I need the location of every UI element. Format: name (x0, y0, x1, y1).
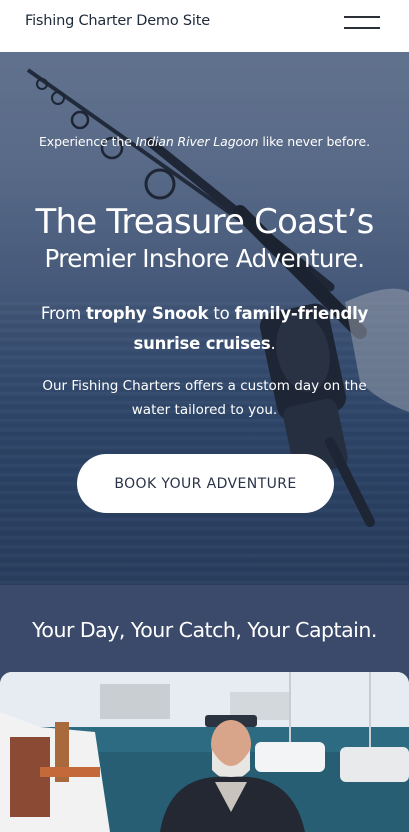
hamburger-menu-icon[interactable] (344, 14, 380, 32)
menu-line-bottom (344, 27, 380, 29)
book-adventure-button[interactable]: BOOK YOUR ADVENTURE (77, 454, 334, 513)
captain-marina-photo (0, 672, 409, 832)
site-title[interactable]: Fishing Charter Demo Site (25, 13, 210, 29)
section-heading: Your Day, Your Catch, Your Captain. (32, 618, 377, 642)
hero-subheadline-line1: From trophy Snook to family-friendly (40, 304, 369, 323)
hero-subheadline-line2: sunrise cruises. (133, 334, 276, 353)
site-header: Fishing Charter Demo Site (0, 0, 409, 52)
tagline-location: Indian River Lagoon (135, 134, 259, 149)
hero-headline-line2: Premier Inshore Adventure. (44, 244, 366, 273)
captain-section: Your Day, Your Catch, Your Captain. (0, 585, 409, 832)
menu-line-top (344, 16, 380, 18)
hero-description-line1: Our Fishing Charters offers a custom day… (42, 378, 367, 394)
hero-headline-line1: The Treasure Coast’s (35, 202, 375, 242)
hero-tagline: Experience the Indian River Lagoon like … (39, 134, 370, 149)
hero-description-line2: water tailored to you. (131, 402, 278, 418)
hero-section: Experience the Indian River Lagoon like … (0, 52, 409, 585)
